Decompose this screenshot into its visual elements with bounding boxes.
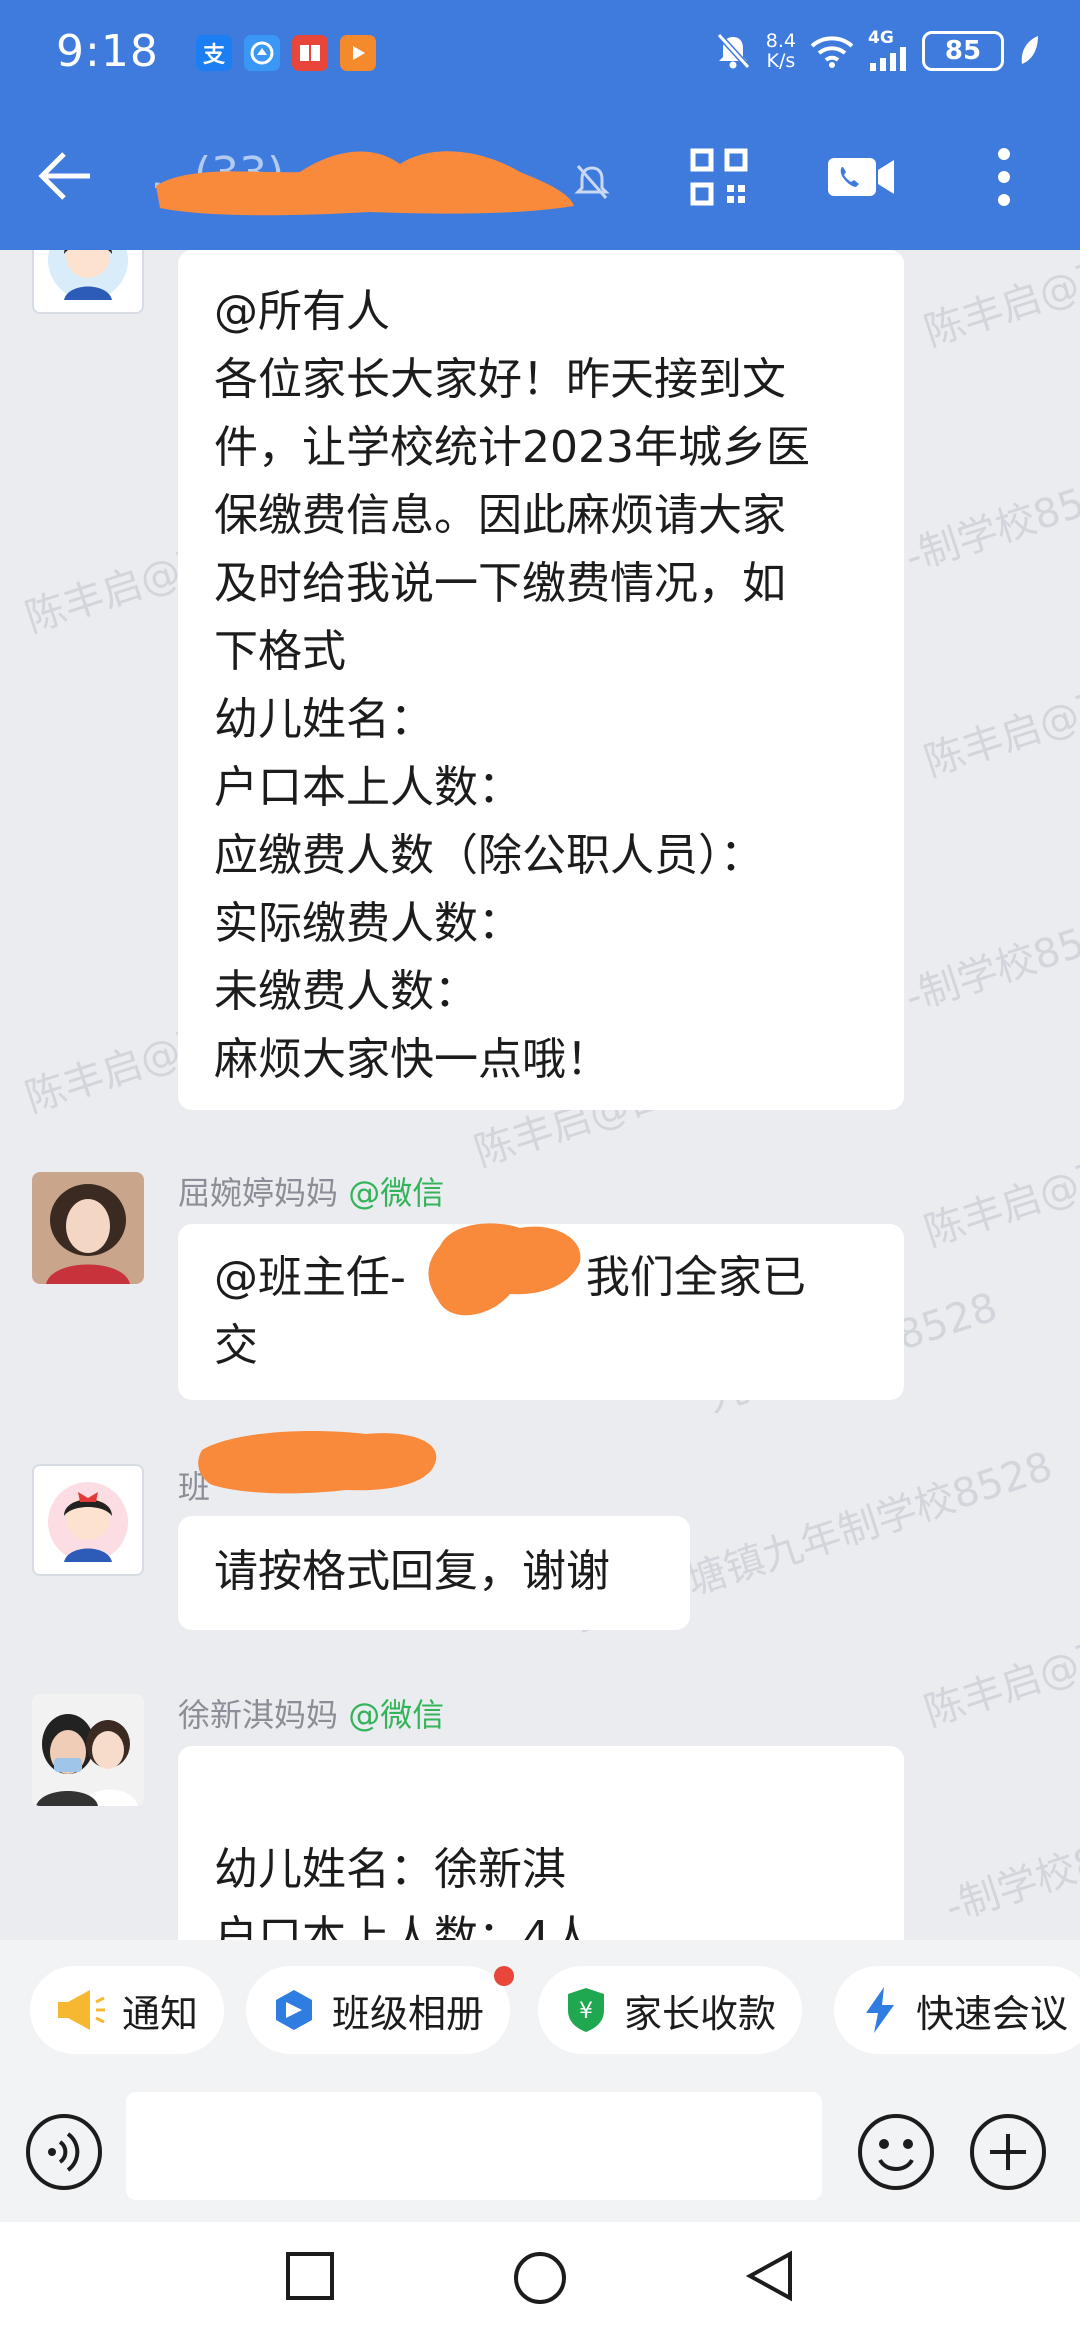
sender-name-text: 屈婉婷妈妈 [178,1174,339,1212]
more-options-icon[interactable] [996,146,1012,208]
sender-source: @微信 [348,1696,445,1734]
message-line: 实际缴费人数： [214,898,522,949]
megaphone-icon [58,1990,105,2030]
top-bar: 9:18 支 8.4 K/s 4G 85 [0,0,1080,250]
notice-label: 通知 [122,1991,199,2036]
redaction-mark [156,151,574,216]
message-line: 应缴费人数（除公职人员）： [214,830,764,881]
profile-photo-icon [32,1172,144,1284]
chat-area[interactable]: 陈丰启@西 -制学校8528 陈丰启@西乡 陈丰启@西 -制学校8528 陈丰启… [0,250,1080,1940]
new-badge [494,1966,514,1986]
watermark-text: -制学校8528 [939,1814,1080,1932]
watermark-text: 陈丰启@西 [919,1150,1080,1256]
redaction-mark [428,1223,581,1316]
recent-apps-icon[interactable] [284,2250,336,2302]
quick-meeting-button[interactable]: 快速会议 [834,1966,1080,2054]
watermark-text: 陈丰启@西 [919,680,1080,786]
class-album-button[interactable]: 班级相册 [246,1966,511,2054]
emoji-icon[interactable] [856,2112,936,2192]
muted-group-icon [574,165,610,199]
message-input[interactable] [126,2092,822,2200]
cartoon-avatar-icon [34,1466,142,1574]
notification-icons: 支 [196,35,376,71]
home-icon[interactable] [512,2250,568,2306]
browser-icon [244,35,280,71]
watermark-text: 陈丰启@西 [919,250,1080,356]
message-line: 请按格式回复，谢谢 [214,1546,610,1597]
svg-text:¥: ¥ [579,1999,593,2024]
message-line: 麻烦大家快一点哦！ [214,1034,610,1085]
net-speed: 8.4 K/s [766,31,796,71]
avatar[interactable] [32,1464,144,1576]
cellular-signal: 4G [868,30,908,71]
status-right: 8.4 K/s 4G 85 [714,30,1040,71]
mute-bell-icon [716,32,751,69]
wifi-icon [810,35,854,68]
parent-payment-button[interactable]: ¥ 家长收款 [538,1966,803,2054]
sender-source: @微信 [348,1174,445,1212]
back-arrow-icon[interactable] [36,146,96,206]
message-line: 件，让学校统计2023年城乡医 [214,422,810,473]
parent-payment-label: 家长收款 [624,1991,777,2036]
leaf-icon [1021,35,1038,64]
message-line: 幼儿姓名： [214,694,434,745]
avatar[interactable] [32,250,144,314]
payment-shield-icon: ¥ [568,1988,604,2032]
quick-meeting-label: 快速会议 [916,1991,1069,2036]
sender-name-text: 徐新淇妈妈 [178,1696,339,1734]
system-navigation-bar [0,2222,1080,2340]
video-call-icon[interactable] [826,154,896,200]
message-bubble[interactable]: 幼儿姓名：徐新淇 户口本上人数：4人 [178,1746,904,1940]
message-line: 保缴费信息。因此麻烦请大家 [214,490,786,541]
watermark-text: 陈丰启@西 [919,1630,1080,1736]
video-app-icon [340,35,376,71]
notice-button[interactable]: 通知 [30,1966,225,2054]
signal-bars-icon [870,47,906,71]
input-bar [0,2082,1080,2222]
message-line: 户口本上人数：4人 [214,1912,594,1940]
add-more-icon[interactable] [968,2112,1048,2192]
lightning-icon [866,1987,894,2033]
message-line: 各位家长大家好！昨天接到文 [214,354,786,405]
watermark-text: -制学校8528 [899,464,1080,582]
status-bar: 9:18 支 8.4 K/s 4G 85 [0,0,1080,108]
reader-icon [292,35,328,71]
qr-code-icon[interactable] [690,148,748,206]
profile-photo-icon [32,1694,144,1806]
battery-indicator: 85 [922,30,1004,71]
redaction-mark [198,1431,437,1494]
net-speed-value: 8.4 [765,29,796,52]
message-line: 及时给我说一下缴费情况，如 [214,558,786,609]
message-line: 未缴费人数： [214,966,478,1017]
message-line: 户口本上人数： [214,762,522,813]
chat-header: …(33) [0,118,1080,238]
message-bubble[interactable]: 请按格式回复，谢谢 [178,1516,690,1630]
voice-input-icon[interactable] [24,2112,104,2192]
sender-name: 徐新淇妈妈 @微信 [178,1690,444,1736]
alipay-icon: 支 [196,35,232,71]
network-type: 4G [868,28,894,48]
net-speed-unit: K/s [766,49,796,72]
class-album-label: 班级相册 [332,1991,485,2036]
message-line: 幼儿姓名：徐新淇 [214,1844,566,1895]
message-line: 下格式 [214,626,346,677]
back-triangle-icon[interactable] [744,2250,796,2302]
avatar[interactable] [32,1694,144,1806]
watermark-text: -制学校8528 [899,904,1080,1022]
status-time: 9:18 [56,26,159,77]
mention-text: @班主任- [214,1252,406,1303]
message-line: @所有人 [214,286,390,337]
album-icon [276,1990,312,2030]
quick-actions-bar: 通知 班级相册 ¥ 家长收款 快速会议 [0,1940,1080,2082]
battery-level: 85 [944,35,982,66]
message-text: 我们全家已 [585,1252,806,1303]
avatar[interactable] [32,1172,144,1284]
message-bubble[interactable]: @所有人 各位家长大家好！昨天接到文 件，让学校统计2023年城乡医 保缴费信息… [178,250,904,1110]
cartoon-avatar-icon [34,250,142,312]
sender-name: 屈婉婷妈妈 @微信 [178,1168,444,1214]
message-line [214,1768,868,1836]
